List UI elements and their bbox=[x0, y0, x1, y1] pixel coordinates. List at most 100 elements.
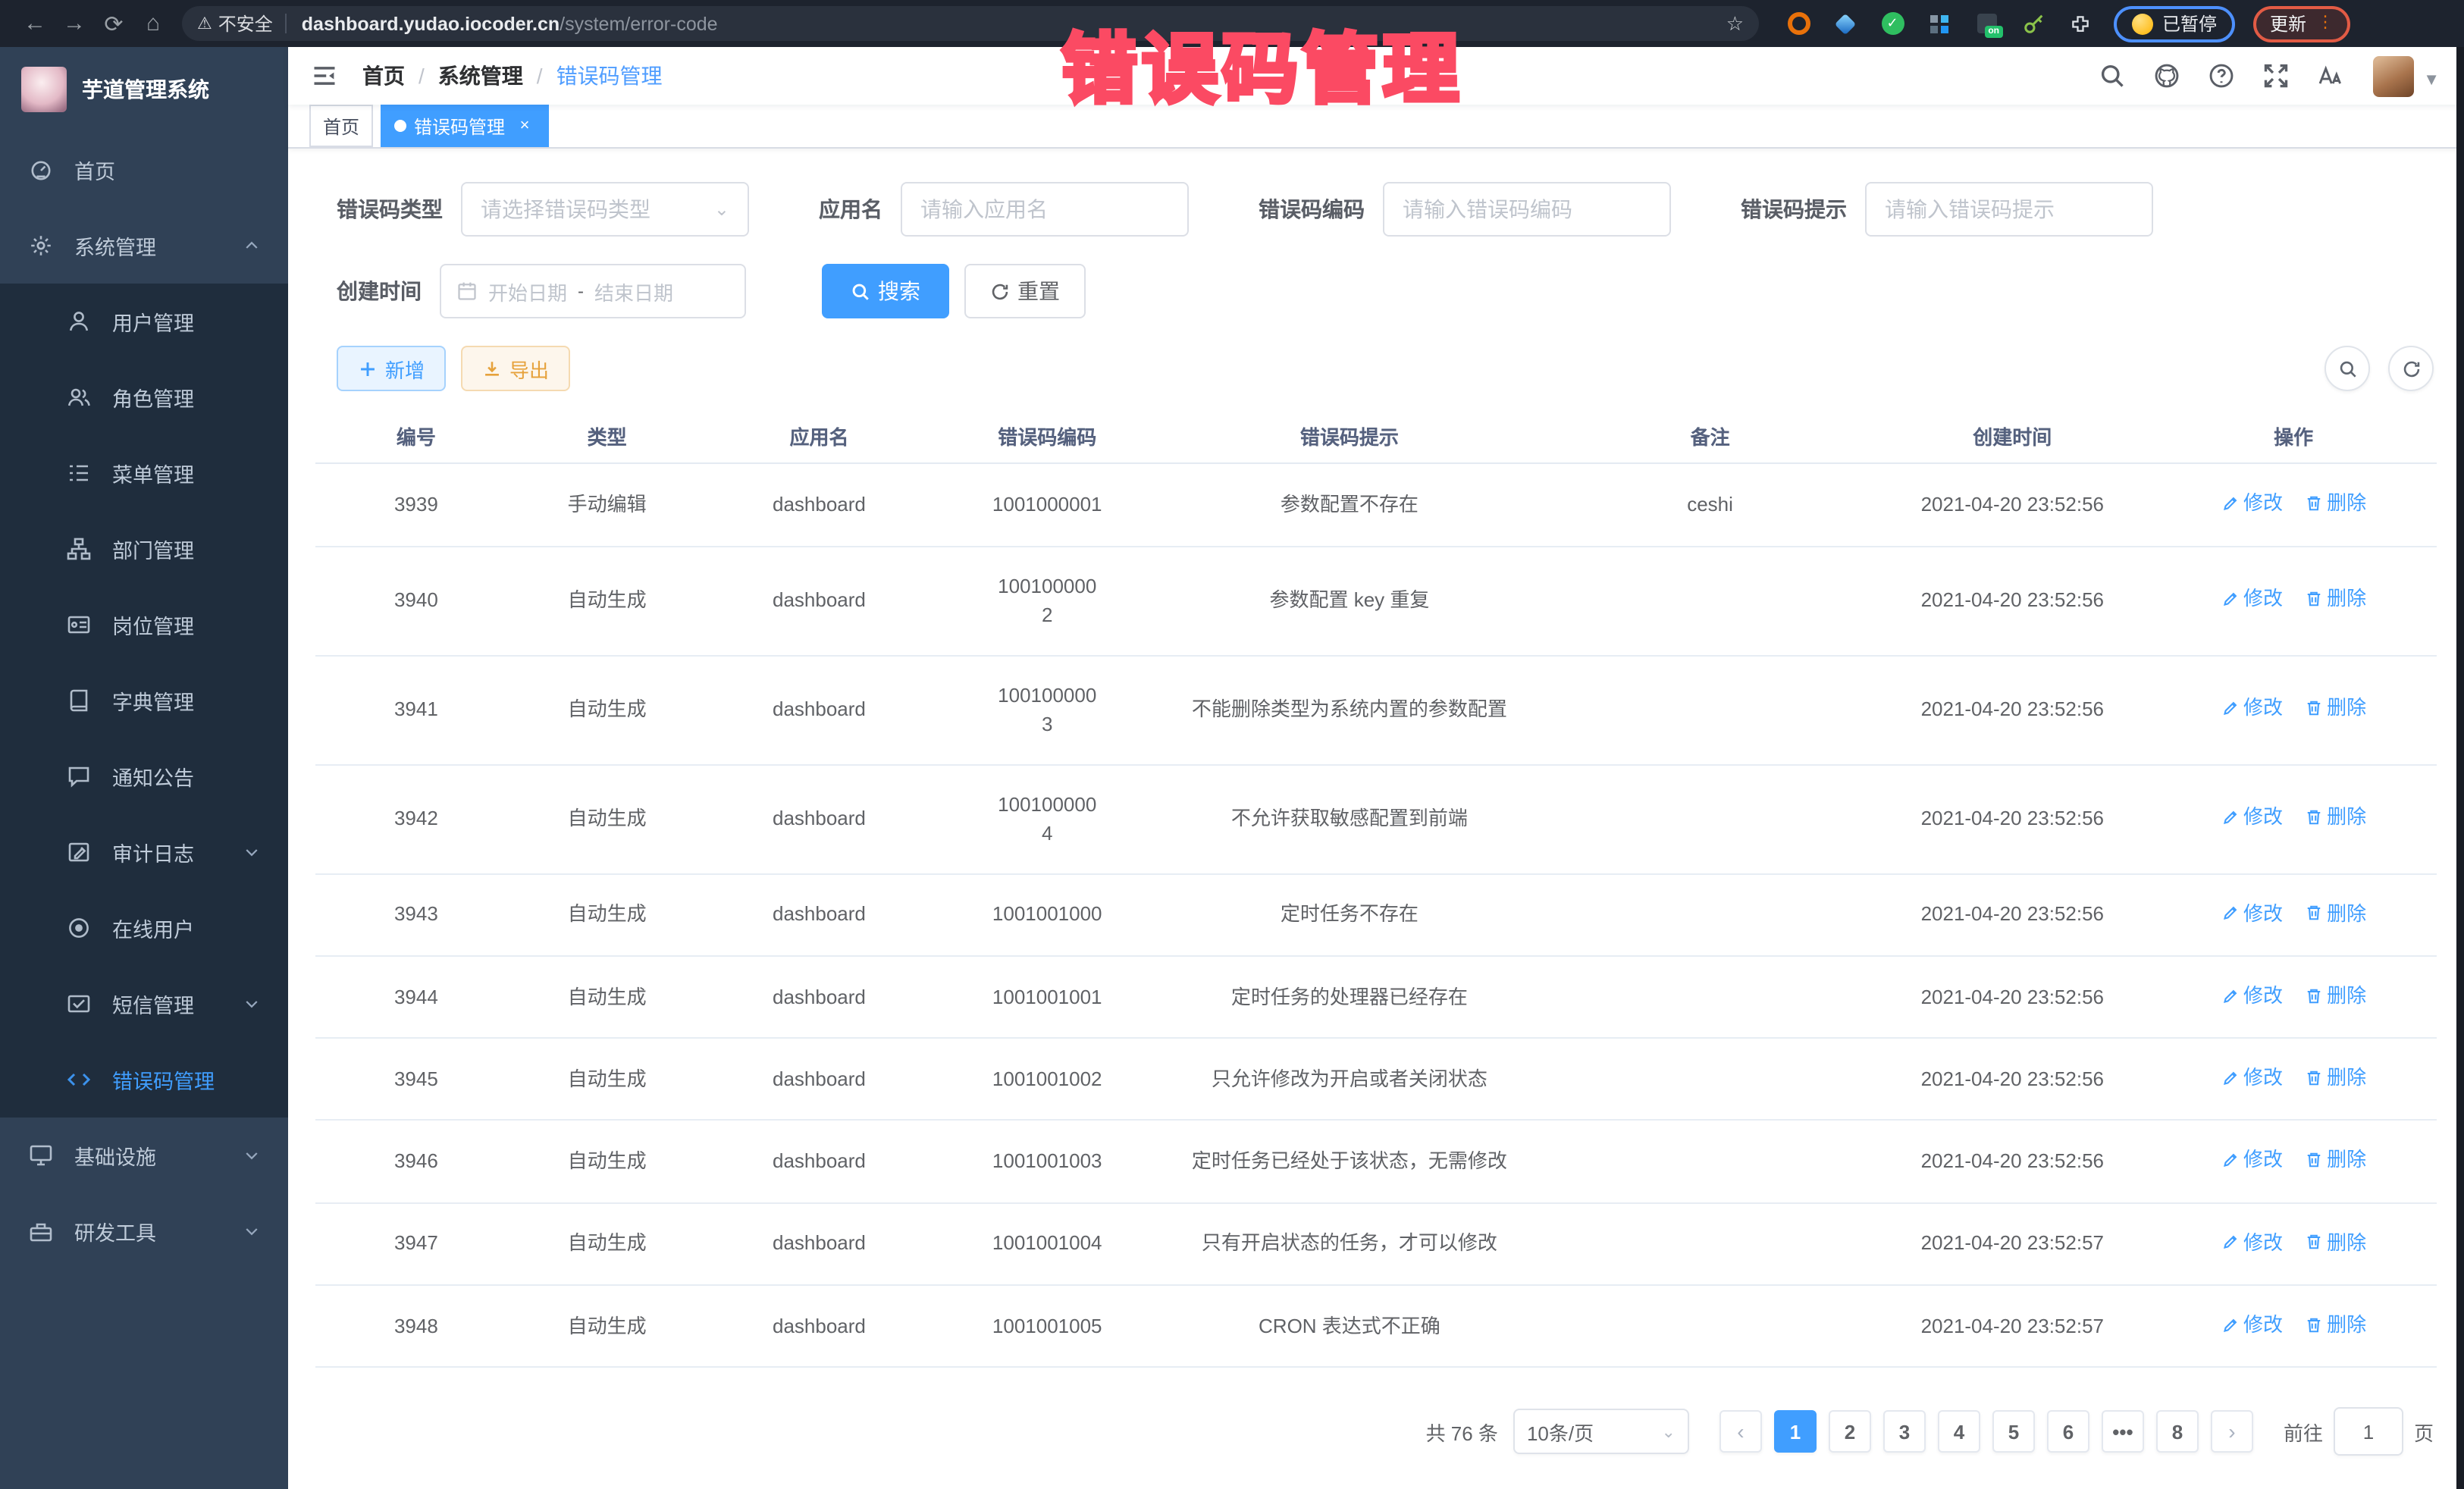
page-button-3[interactable]: 3 bbox=[1883, 1410, 1926, 1453]
browser-reload-icon[interactable]: ⟳ bbox=[94, 10, 133, 37]
sidebar-item-notice[interactable]: 通知公告 bbox=[0, 738, 288, 814]
delete-link[interactable]: 删除 bbox=[2304, 981, 2366, 1011]
delete-link[interactable]: 删除 bbox=[2304, 1227, 2366, 1257]
page-button-4[interactable]: 4 bbox=[1938, 1410, 1980, 1453]
edit-pen-icon bbox=[2221, 1069, 2239, 1087]
tab-home[interactable]: 首页 bbox=[309, 105, 373, 148]
error-type-select[interactable]: 请选择错误码类型 ⌄ bbox=[461, 183, 749, 237]
hamburger-icon[interactable] bbox=[311, 62, 338, 89]
sidebar-item-infra[interactable]: 基础设施 bbox=[0, 1118, 288, 1193]
cell-actions: 修改删除 bbox=[2150, 764, 2437, 873]
sidebar-item-user[interactable]: 用户管理 bbox=[0, 284, 288, 359]
error-message-input[interactable] bbox=[1865, 183, 2153, 237]
cell-app: dashboard bbox=[698, 1038, 942, 1121]
delete-link[interactable]: 删除 bbox=[2304, 1063, 2366, 1092]
edit-link[interactable]: 修改 bbox=[2221, 1146, 2283, 1175]
page-size-select[interactable]: 10条/页 ⌄ bbox=[1513, 1409, 1689, 1454]
edit-link[interactable]: 修改 bbox=[2221, 585, 2283, 614]
blue-gem-extension-icon[interactable] bbox=[1833, 11, 1857, 36]
puzzle-extension-icon[interactable] bbox=[2068, 11, 2093, 36]
browser-home-icon[interactable]: ⌂ bbox=[133, 11, 173, 36]
page-button-6[interactable]: 6 bbox=[2047, 1410, 2089, 1453]
green-key-extension-icon[interactable] bbox=[2021, 11, 2045, 36]
tab-error-code[interactable]: 错误码管理× bbox=[381, 105, 549, 148]
date-range-picker[interactable]: 开始日期 - 结束日期 bbox=[440, 265, 746, 319]
cell-actions: 修改删除 bbox=[2150, 873, 2437, 956]
edit-link[interactable]: 修改 bbox=[2221, 1310, 2283, 1340]
goto-page-input[interactable] bbox=[2334, 1407, 2403, 1456]
breadcrumb-item-system[interactable]: 系统管理 bbox=[438, 61, 523, 91]
cell-created: 2021-04-20 23:52:56 bbox=[1874, 1121, 2150, 1203]
green-check-extension-icon[interactable]: ✓ bbox=[1880, 11, 1904, 36]
font-size-icon[interactable] bbox=[2303, 62, 2358, 89]
sidebar-item-role[interactable]: 角色管理 bbox=[0, 359, 288, 435]
sidebar-logo-row[interactable]: 芋道管理系统 bbox=[0, 47, 288, 132]
delete-link[interactable]: 删除 bbox=[2304, 803, 2366, 832]
sidebar-item-audit-log[interactable]: 审计日志 bbox=[0, 814, 288, 890]
on-badge-extension-icon[interactable]: on bbox=[1974, 11, 1998, 36]
chevron-up-icon bbox=[243, 237, 261, 255]
edit-link[interactable]: 修改 bbox=[2221, 898, 2283, 928]
edit-link[interactable]: 修改 bbox=[2221, 803, 2283, 832]
reset-button[interactable]: 重置 bbox=[964, 265, 1086, 319]
address-bar[interactable]: ⚠ 不安全 dashboard.yudao.iocoder.cn /system… bbox=[182, 6, 1759, 41]
delete-link[interactable]: 删除 bbox=[2304, 694, 2366, 723]
edit-link[interactable]: 修改 bbox=[2221, 1063, 2283, 1092]
browser-update-button[interactable]: 更新 ⋮ bbox=[2253, 5, 2350, 42]
page-button-5[interactable]: 5 bbox=[1992, 1410, 2035, 1453]
error-code-input[interactable] bbox=[1383, 183, 1671, 237]
header-search-icon[interactable] bbox=[2085, 62, 2140, 89]
user-avatar[interactable] bbox=[2373, 55, 2414, 96]
delete-link[interactable]: 删除 bbox=[2304, 898, 2366, 928]
github-icon[interactable] bbox=[2140, 62, 2194, 89]
browser-back-icon[interactable]: ← bbox=[15, 11, 55, 36]
cell-message: 定时任务不存在 bbox=[1153, 873, 1546, 956]
range-separator: - bbox=[578, 281, 584, 303]
delete-link[interactable]: 删除 bbox=[2304, 585, 2366, 614]
sidebar-item-home[interactable]: 首页 bbox=[0, 132, 288, 208]
sidebar-item-sms[interactable]: 短信管理 bbox=[0, 966, 288, 1042]
sidebar-item-error-code[interactable]: 错误码管理 bbox=[0, 1042, 288, 1118]
sidebar-item-post[interactable]: 岗位管理 bbox=[0, 587, 288, 663]
add-button[interactable]: 新增 bbox=[337, 346, 446, 392]
address-divider bbox=[285, 14, 287, 33]
edit-link[interactable]: 修改 bbox=[2221, 694, 2283, 723]
sidebar-item-online-user[interactable]: 在线用户 bbox=[0, 890, 288, 966]
delete-link[interactable]: 删除 bbox=[2304, 1310, 2366, 1340]
refresh-table-button[interactable] bbox=[2388, 346, 2434, 392]
window-scrollbar[interactable] bbox=[2456, 47, 2464, 1489]
sidebar-item-dev-tool[interactable]: 研发工具 bbox=[0, 1193, 288, 1269]
pager-ellipsis[interactable]: ••• bbox=[2102, 1410, 2144, 1453]
column-header: 错误码编码 bbox=[941, 410, 1153, 464]
sidebar-item-dict[interactable]: 字典管理 bbox=[0, 663, 288, 738]
page-button-1[interactable]: 1 bbox=[1774, 1410, 1817, 1453]
breadcrumb-item-home[interactable]: 首页 bbox=[362, 61, 405, 91]
browser-forward-icon[interactable]: → bbox=[55, 11, 94, 36]
pager-next-button[interactable]: › bbox=[2211, 1410, 2253, 1453]
paused-extension-badge[interactable]: 已暂停 bbox=[2114, 5, 2235, 42]
sidebar-item-dept[interactable]: 部门管理 bbox=[0, 511, 288, 587]
page-button-8[interactable]: 8 bbox=[2156, 1410, 2199, 1453]
edit-link[interactable]: 修改 bbox=[2221, 1227, 2283, 1257]
close-tab-icon[interactable]: × bbox=[514, 116, 535, 137]
orange-ring-extension-icon[interactable] bbox=[1786, 11, 1810, 36]
app-name-input[interactable] bbox=[901, 183, 1189, 237]
edit-link[interactable]: 修改 bbox=[2221, 981, 2283, 1011]
help-icon[interactable] bbox=[2194, 62, 2249, 89]
sidebar-item-menu[interactable]: 菜单管理 bbox=[0, 435, 288, 511]
edit-pen-icon bbox=[2221, 904, 2239, 923]
show-search-toggle-button[interactable] bbox=[2324, 346, 2370, 392]
avatar-caret-down-icon[interactable]: ▼ bbox=[2423, 71, 2440, 89]
fullscreen-icon[interactable] bbox=[2249, 62, 2303, 89]
export-button[interactable]: 导出 bbox=[461, 346, 570, 392]
sidebar-item-system[interactable]: 系统管理 bbox=[0, 208, 288, 284]
pager-prev-button[interactable]: ‹ bbox=[1719, 1410, 1762, 1453]
delete-link[interactable]: 删除 bbox=[2304, 1146, 2366, 1175]
edit-link[interactable]: 修改 bbox=[2221, 489, 2283, 519]
blue-grid-extension-icon[interactable] bbox=[1927, 11, 1951, 36]
delete-link[interactable]: 删除 bbox=[2304, 489, 2366, 519]
column-header: 编号 bbox=[315, 410, 517, 464]
page-button-2[interactable]: 2 bbox=[1829, 1410, 1871, 1453]
bookmark-star-icon[interactable]: ☆ bbox=[1726, 11, 1744, 36]
search-button[interactable]: 搜索 bbox=[822, 265, 949, 319]
